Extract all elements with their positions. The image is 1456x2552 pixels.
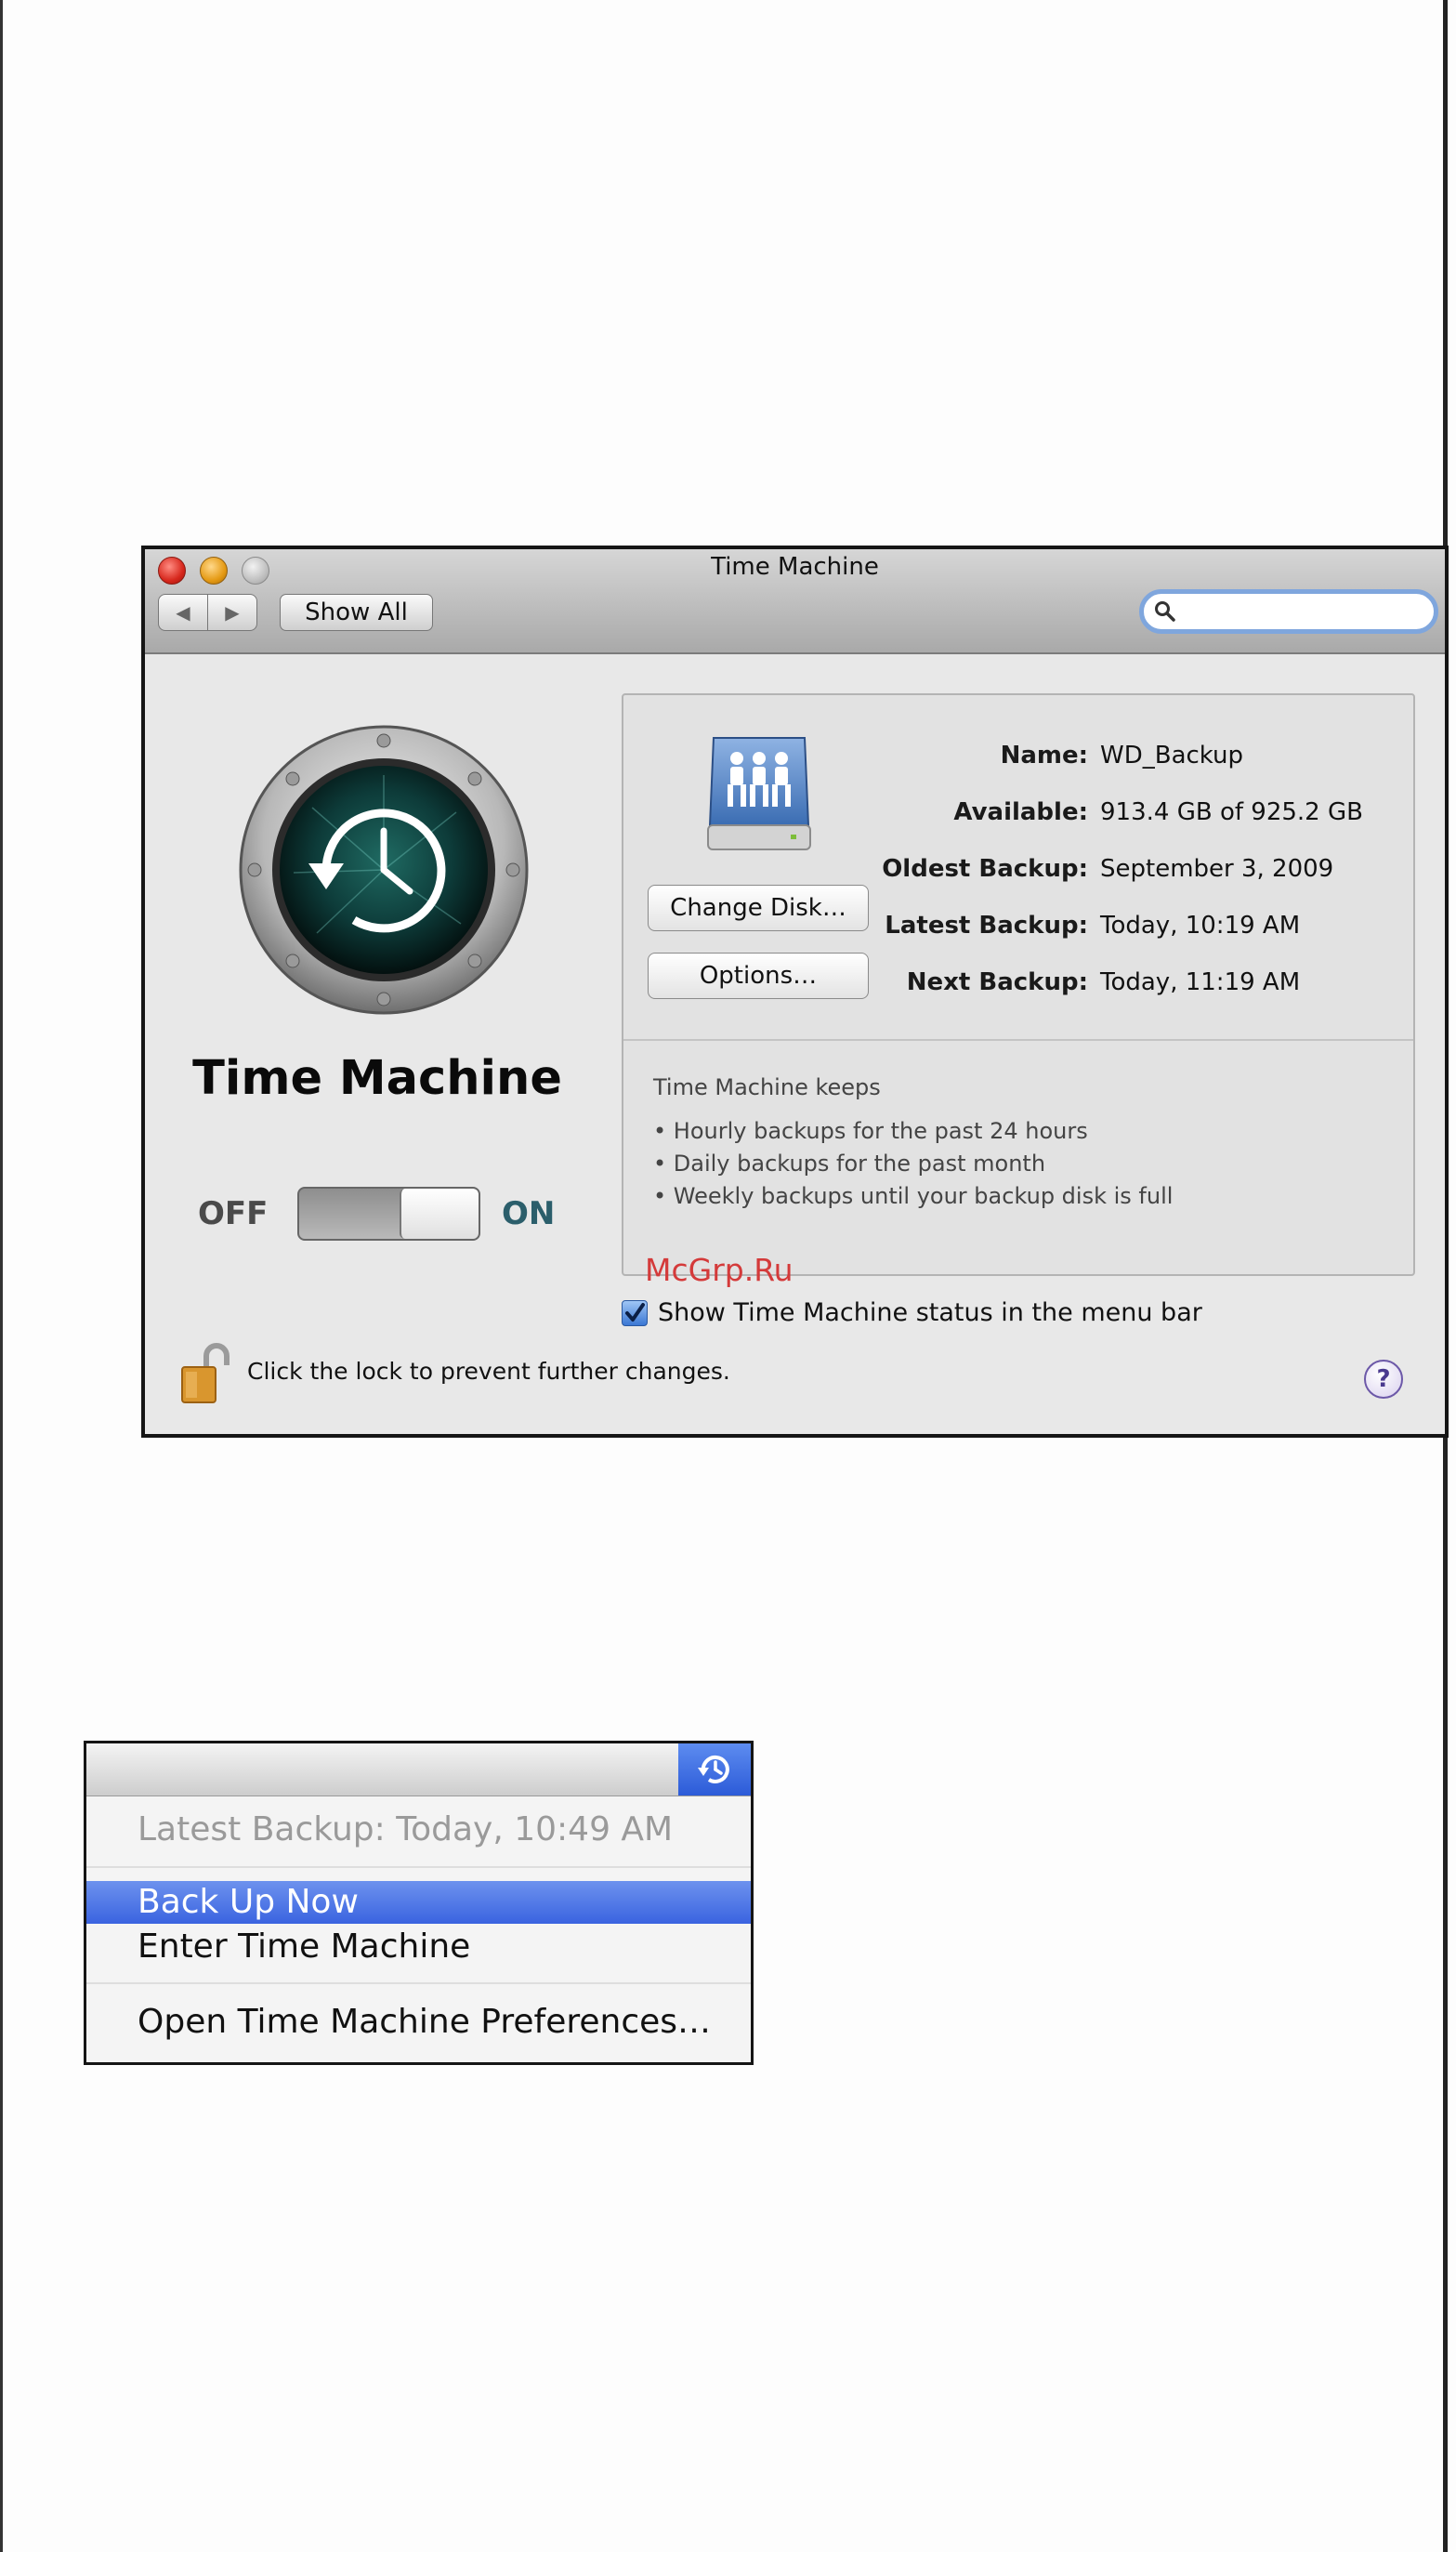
enter-time-machine-menu-item[interactable]: Enter Time Machine (86, 1926, 751, 1968)
latest-backup-menu-item: Latest Backup: Today, 10:49 AM (138, 1810, 674, 1848)
time-machine-clock-icon (698, 1755, 729, 1783)
network-disk-icon (707, 737, 811, 850)
forward-arrow-icon: ▶ (225, 601, 240, 624)
forward-button[interactable]: ▶ (207, 594, 257, 631)
search-icon (1155, 601, 1175, 622)
menu-separator (86, 1982, 751, 1984)
oldest-backup-row: Oldest Backup: September 3, 2009 (860, 855, 1381, 892)
page-left-rule (0, 0, 3, 2552)
backup-disk-panel: Change Disk… Options… Name: WD_Backup Av… (622, 693, 1415, 1276)
window-toolbar: Time Machine ◀ ▶ Show All (145, 549, 1445, 654)
latest-backup-value: Today, 10:19 AM (1100, 912, 1301, 940)
app-name-heading: Time Machine (192, 1051, 562, 1106)
change-disk-button[interactable]: Change Disk… (648, 885, 869, 931)
time-machine-menu-screenshot: Latest Backup: Today, 10:49 AM Back Up N… (84, 1741, 754, 2065)
disk-available-row: Available: 913.4 GB of 925.2 GB (860, 798, 1381, 835)
lock-icon[interactable] (178, 1341, 232, 1404)
menu-bar (86, 1743, 751, 1796)
menu-separator (86, 1866, 751, 1868)
help-button[interactable]: ? (1364, 1360, 1403, 1399)
checkmark-icon (625, 1303, 645, 1322)
latest-backup-label: Latest Backup: (885, 912, 1088, 940)
back-up-now-menu-item[interactable]: Back Up Now (86, 1881, 751, 1924)
disk-name-value: WD_Backup (1100, 742, 1244, 770)
time-machine-preferences-window: Time Machine ◀ ▶ Show All Time Machine O… (141, 546, 1449, 1438)
switch-off-label: OFF (198, 1195, 269, 1232)
disk-name-label: Name: (1000, 742, 1088, 770)
retention-title: Time Machine keeps (653, 1074, 881, 1100)
disk-name-row: Name: WD_Backup (860, 742, 1381, 779)
show-status-label[interactable]: Show Time Machine status in the menu bar (658, 1298, 1202, 1327)
disk-available-label: Available: (953, 798, 1088, 826)
switch-knob[interactable] (400, 1189, 479, 1239)
latest-backup-row: Latest Backup: Today, 10:19 AM (860, 912, 1381, 949)
retention-item: • Daily backups for the past month (653, 1151, 1046, 1177)
time-machine-menu-extra[interactable] (678, 1743, 751, 1796)
show-status-checkbox[interactable] (622, 1300, 648, 1326)
panel-divider (623, 1039, 1413, 1041)
next-backup-value: Today, 11:19 AM (1100, 968, 1301, 996)
oldest-backup-value: September 3, 2009 (1100, 855, 1334, 883)
lock-message: Click the lock to prevent further change… (247, 1358, 730, 1385)
next-backup-label: Next Backup: (906, 968, 1088, 996)
next-backup-row: Next Backup: Today, 11:19 AM (860, 968, 1381, 1006)
switch-on-label: ON (502, 1195, 556, 1232)
disk-available-value: 913.4 GB of 925.2 GB (1100, 798, 1363, 826)
back-button[interactable]: ◀ (158, 594, 208, 631)
retention-item: • Hourly backups for the past 24 hours (653, 1118, 1088, 1144)
window-title: Time Machine (711, 553, 879, 581)
watermark: McGrp.Ru (645, 1252, 794, 1288)
show-all-button[interactable]: Show All (280, 594, 433, 631)
back-arrow-icon: ◀ (176, 601, 190, 624)
oldest-backup-label: Oldest Backup: (882, 855, 1088, 883)
retention-item: • Weekly backups until your backup disk … (653, 1183, 1174, 1209)
time-machine-on-off-switch[interactable] (297, 1187, 480, 1241)
open-preferences-menu-item[interactable]: Open Time Machine Preferences… (86, 1999, 751, 2046)
time-machine-logo-icon (239, 725, 529, 1015)
options-button[interactable]: Options… (648, 953, 869, 999)
search-field[interactable] (1139, 589, 1438, 634)
